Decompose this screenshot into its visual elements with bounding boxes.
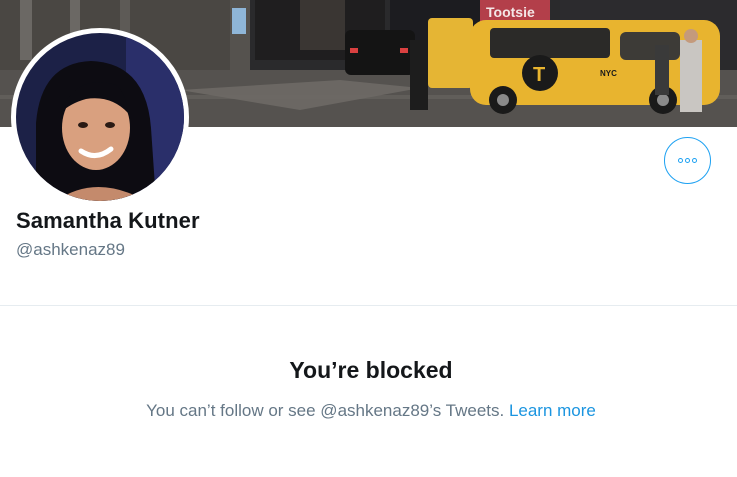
avatar[interactable] xyxy=(16,33,184,201)
avatar-image xyxy=(16,33,184,201)
section-divider xyxy=(0,305,737,306)
profile-handle: @ashkenaz89 xyxy=(16,240,125,259)
more-horizontal-icon xyxy=(678,158,697,163)
blocked-message-text: You can’t follow or see @ashkenaz89’s Tw… xyxy=(146,401,509,420)
blocked-title: You’re blocked xyxy=(289,357,453,383)
more-options-button[interactable] xyxy=(664,137,711,184)
profile-page: Tootsie T NYC Samantha Kutner @ashkenaz8… xyxy=(0,0,737,477)
svg-text:Tootsie: Tootsie xyxy=(486,4,535,20)
learn-more-link[interactable]: Learn more xyxy=(509,401,596,420)
profile-display-name: Samantha Kutner xyxy=(16,208,200,233)
blocked-message: You can’t follow or see @ashkenaz89’s Tw… xyxy=(0,401,737,421)
svg-text:T: T xyxy=(533,64,545,86)
avatar-frame xyxy=(11,28,189,206)
svg-text:NYC: NYC xyxy=(600,69,617,78)
